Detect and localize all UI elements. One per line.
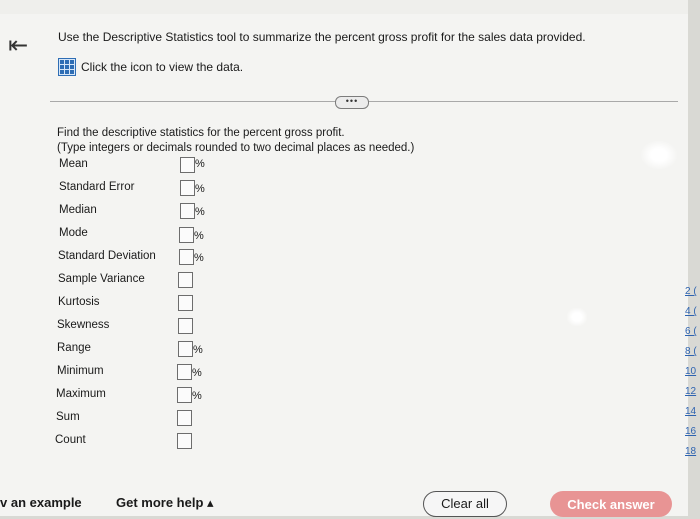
stat-label: Sum bbox=[56, 411, 80, 423]
view-data-link[interactable]: Click the icon to view the data. bbox=[58, 58, 243, 76]
unit-label: % bbox=[194, 252, 204, 264]
unit-label: % bbox=[193, 344, 203, 356]
side-link[interactable]: 12 bbox=[685, 382, 697, 402]
unit-label: % bbox=[195, 183, 205, 195]
standard-deviation-input[interactable] bbox=[179, 249, 194, 265]
kurtosis-input[interactable] bbox=[178, 295, 193, 311]
side-link[interactable]: 4 ( bbox=[685, 302, 697, 322]
unit-label: % bbox=[195, 158, 205, 170]
unit-label: % bbox=[192, 367, 202, 379]
standard-error-input[interactable] bbox=[180, 180, 195, 196]
view-example-link[interactable]: v an example bbox=[0, 495, 82, 510]
get-more-help-button[interactable]: Get more help ▴ bbox=[116, 495, 214, 511]
maximum-input[interactable] bbox=[177, 387, 192, 403]
clear-all-button[interactable]: Clear all bbox=[423, 491, 507, 517]
back-arrow-icon[interactable]: ⇤ bbox=[8, 34, 28, 58]
stat-label: Median bbox=[59, 204, 97, 216]
top-strip bbox=[0, 0, 688, 14]
view-data-label[interactable]: Click the icon to view the data. bbox=[81, 60, 243, 74]
stat-label: Mean bbox=[59, 158, 88, 170]
mean-input[interactable] bbox=[180, 157, 195, 173]
data-table-icon[interactable] bbox=[58, 58, 76, 76]
stat-label: Sample Variance bbox=[58, 273, 145, 285]
side-link[interactable]: 2 ( bbox=[685, 282, 697, 302]
stat-label: Maximum bbox=[56, 388, 106, 400]
side-link[interactable]: 16 bbox=[685, 422, 697, 442]
question-line-2: (Type integers or decimals rounded to tw… bbox=[57, 142, 415, 154]
stat-label: Standard Deviation bbox=[58, 250, 156, 262]
stat-label: Standard Error bbox=[59, 181, 135, 193]
screen-glare bbox=[566, 307, 588, 327]
question-instructions: Find the descriptive statistics for the … bbox=[57, 126, 414, 156]
median-input[interactable] bbox=[180, 203, 195, 219]
skewness-input[interactable] bbox=[178, 318, 193, 334]
more-options-button[interactable]: ••• bbox=[335, 96, 369, 109]
side-link[interactable]: 8 ( bbox=[685, 342, 697, 362]
question-line-1: Find the descriptive statistics for the … bbox=[57, 127, 345, 139]
intro-text: Use the Descriptive Statistics tool to s… bbox=[58, 30, 586, 44]
unit-label: % bbox=[194, 230, 204, 242]
count-input[interactable] bbox=[177, 433, 192, 449]
mode-input[interactable] bbox=[179, 227, 194, 243]
side-link[interactable]: 18 bbox=[685, 442, 697, 462]
stat-label: Range bbox=[57, 342, 91, 354]
unit-label: % bbox=[192, 390, 202, 402]
minimum-input[interactable] bbox=[177, 364, 192, 380]
question-page: ⇤ Use the Descriptive Statistics tool to… bbox=[0, 0, 688, 517]
stat-label: Mode bbox=[59, 227, 88, 239]
side-link[interactable]: 10 bbox=[685, 362, 697, 382]
sample-variance-input[interactable] bbox=[178, 272, 193, 288]
unit-label: % bbox=[195, 206, 205, 218]
stat-label: Minimum bbox=[57, 365, 104, 377]
sum-input[interactable] bbox=[177, 410, 192, 426]
side-panel-links: 2 ( 4 ( 6 ( 8 ( 10 12 14 16 18 bbox=[685, 282, 697, 462]
side-link[interactable]: 14 bbox=[685, 402, 697, 422]
check-answer-button[interactable]: Check answer bbox=[550, 491, 672, 517]
stat-label: Skewness bbox=[57, 319, 110, 331]
stat-label: Kurtosis bbox=[58, 296, 100, 308]
side-link[interactable]: 6 ( bbox=[685, 322, 697, 342]
stat-label: Count bbox=[55, 434, 86, 446]
screen-glare bbox=[640, 140, 678, 170]
range-input[interactable] bbox=[178, 341, 193, 357]
